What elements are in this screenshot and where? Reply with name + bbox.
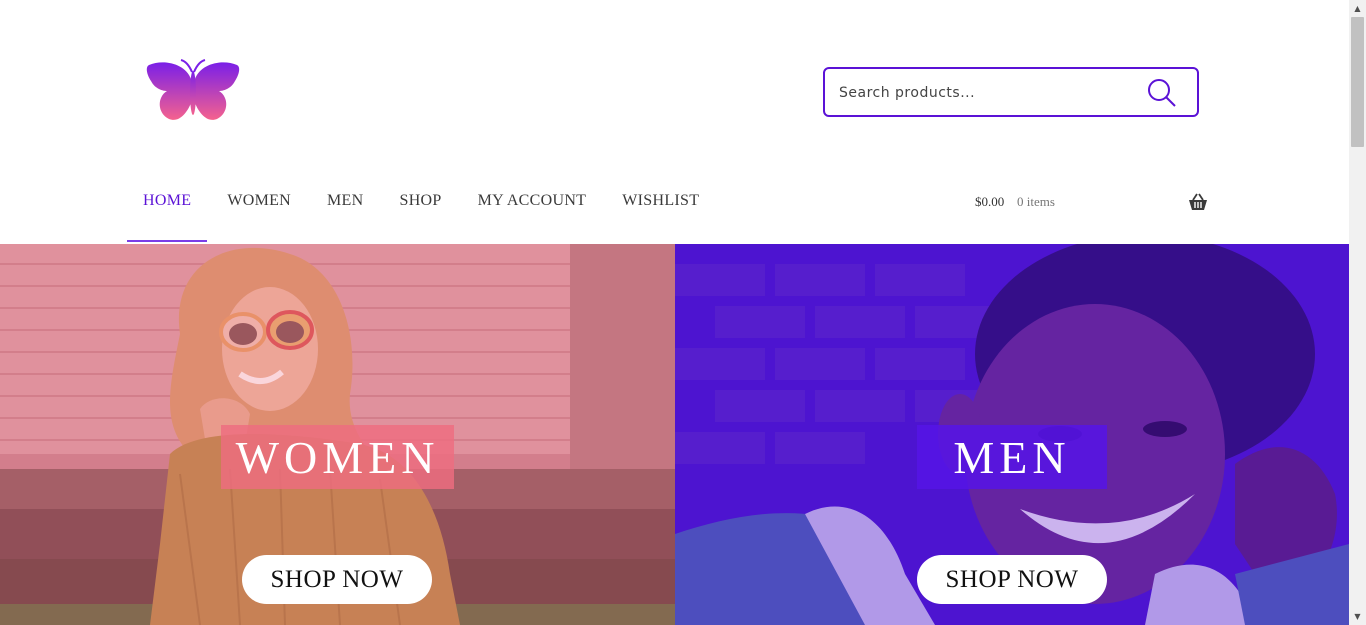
nav-item-label: WISHLIST — [622, 192, 700, 209]
search-input[interactable] — [839, 81, 1139, 105]
nav-item-label: MY ACCOUNT — [477, 192, 587, 209]
shop-men-button[interactable]: SHOP NOW — [917, 555, 1107, 604]
men-category-label: MEN — [917, 425, 1107, 489]
shop-women-button[interactable]: SHOP NOW — [242, 555, 432, 604]
nav-item-label: WOMEN — [227, 192, 292, 209]
nav-item-women[interactable]: WOMEN — [211, 170, 307, 242]
nav-item-my-account[interactable]: MY ACCOUNT — [462, 170, 603, 242]
women-category-label: WOMEN — [221, 425, 454, 489]
nav-item-home[interactable]: HOME — [127, 170, 208, 242]
nav-item-label: MEN — [327, 192, 364, 209]
cart-summary[interactable]: $0.00 0 items — [975, 192, 1208, 214]
hero-men-panel[interactable]: MEN SHOP NOW — [675, 244, 1349, 625]
nav-item-shop[interactable]: SHOP — [384, 170, 458, 242]
scroll-thumb[interactable] — [1351, 17, 1364, 147]
product-search — [823, 67, 1199, 117]
nav-item-men[interactable]: MEN — [311, 170, 379, 242]
hero-women-panel[interactable]: WOMEN SHOP NOW — [0, 244, 675, 625]
nav-item-label: SHOP — [399, 192, 442, 209]
page: HOME WOMEN MEN SHOP MY ACCOUNT WISHLIST … — [0, 0, 1349, 625]
scroll-up-icon[interactable]: ▲ — [1349, 0, 1366, 17]
nav-item-wishlist[interactable]: WISHLIST — [606, 170, 715, 242]
nav-item-label: HOME — [143, 192, 192, 209]
main-nav: HOME WOMEN MEN SHOP MY ACCOUNT WISHLIST — [127, 170, 719, 244]
cart-item-count: 0 items — [1017, 194, 1055, 209]
page-scrollbar[interactable]: ▲ ▼ — [1349, 0, 1366, 625]
cart-amount: $0.00 — [975, 194, 1005, 209]
basket-icon[interactable] — [1188, 192, 1208, 212]
search-icon[interactable] — [1147, 78, 1177, 108]
butterfly-logo[interactable] — [145, 57, 241, 125]
scroll-down-icon[interactable]: ▼ — [1349, 608, 1366, 625]
